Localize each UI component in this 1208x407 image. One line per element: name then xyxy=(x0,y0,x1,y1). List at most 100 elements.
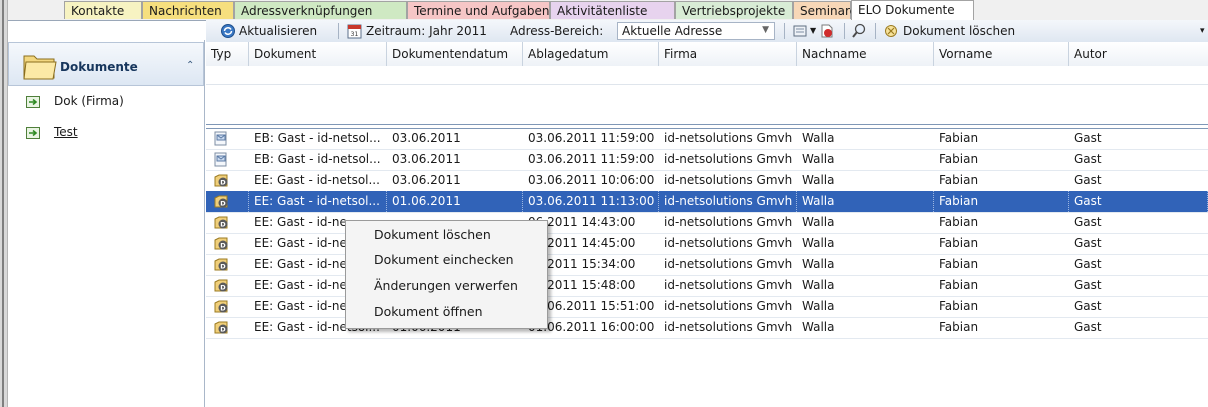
cell-nachname: Walla xyxy=(802,173,835,187)
sidebar-item-dok-firma[interactable]: Dok (Firma) xyxy=(20,92,200,112)
cell-ablagedatum: 03.06.2011 11:59:00 xyxy=(528,131,655,145)
column-header-dokumentendatum[interactable]: Dokumentendatum xyxy=(387,42,523,66)
column-header-typ[interactable]: Typ xyxy=(206,42,249,66)
cell-vorname: Fabian xyxy=(939,236,979,250)
search-icon[interactable] xyxy=(851,23,867,39)
tab-adressverknuepfungen[interactable]: Adressverknüpfungen xyxy=(234,1,407,19)
svg-text:D: D xyxy=(220,179,226,187)
overflow-icon[interactable]: ▾ xyxy=(1200,23,1205,39)
table-row[interactable]: EB: Gast - id-netsol... 03.06.2011 03.06.2… xyxy=(206,128,1208,150)
cell-nachname: Walla xyxy=(802,152,835,166)
cell-vorname: Fabian xyxy=(939,278,979,292)
menu-item-discard-changes[interactable]: Änderungen verwerfen xyxy=(346,275,545,297)
tab-kontakte[interactable]: Kontakte xyxy=(64,1,142,19)
column-header-firma[interactable]: Firma xyxy=(659,42,797,66)
email-document-icon xyxy=(214,131,227,146)
elo-document-icon: D xyxy=(214,195,228,208)
tab-aktivitaeten[interactable]: Aktivitätenliste xyxy=(550,1,675,19)
cell-typ: D xyxy=(206,254,249,275)
cell-dokument: EB: Gast - id-netsol... xyxy=(254,152,381,166)
table-row[interactable]: D EE: Gast - id-netsol... 01.06.2011 03.06.… xyxy=(206,191,1208,213)
toolbar: Aktualisieren 31 Zeitraum: Jahr 2011 Adr… xyxy=(206,20,1208,43)
document-arrow-icon xyxy=(26,96,40,108)
cell-nachname: Walla xyxy=(802,236,835,250)
delete-document-button[interactable]: Dokument löschen xyxy=(903,23,1015,39)
svg-text:D: D xyxy=(220,200,226,208)
cell-nachname: Walla xyxy=(802,278,835,292)
table-row[interactable]: D EE: Gast - id-netsol... 03.06.2011 03.06.… xyxy=(206,170,1208,192)
sidebar-title: Dokumente xyxy=(60,60,138,74)
cell-firma: id-netsolutions Gmvh xyxy=(664,257,793,271)
svg-text:31: 31 xyxy=(351,31,359,38)
address-scope-value: Aktuelle Adresse xyxy=(622,24,723,38)
tab-termine[interactable]: Termine und Aufgaben xyxy=(407,1,550,19)
elo-document-icon: D xyxy=(214,258,228,271)
cell-ablagedatum: 03.06.2011 10:06:00 xyxy=(528,173,655,187)
cell-nachname: Walla xyxy=(802,257,835,271)
filter-row[interactable] xyxy=(206,66,1208,85)
calendar-icon[interactable]: 31 xyxy=(347,23,362,39)
window-left-border xyxy=(0,0,8,407)
address-scope-select[interactable]: Aktuelle Adresse ▼ xyxy=(617,22,775,40)
cell-firma: id-netsolutions Gmvh xyxy=(664,215,793,229)
chevron-down-icon[interactable]: ▼ xyxy=(810,23,816,39)
cell-nachname: Walla xyxy=(802,131,835,145)
email-document-icon xyxy=(214,152,227,167)
cell-dokument: EE: Gast - id-netsol... xyxy=(249,191,387,212)
column-header-ablagedatum[interactable]: Ablagedatum xyxy=(523,42,659,66)
cell-nachname: Walla xyxy=(802,299,835,313)
svg-text:D: D xyxy=(220,221,226,229)
sidebar-item-label: Test xyxy=(54,125,78,139)
cell-autor: Gast xyxy=(1074,152,1102,166)
cell-vorname: Fabian xyxy=(939,173,979,187)
cell-typ: D xyxy=(206,233,249,254)
cell-autor: Gast xyxy=(1074,257,1102,271)
svg-text:D: D xyxy=(220,242,226,250)
table-row[interactable]: EB: Gast - id-netsol... 03.06.2011 03.06.2… xyxy=(206,149,1208,171)
cell-autor: Gast xyxy=(1074,320,1102,334)
menu-item-check-in-document[interactable]: Dokument einchecken xyxy=(346,249,545,271)
sidebar-item-test[interactable]: Test xyxy=(20,123,200,143)
export-icon[interactable] xyxy=(819,23,835,39)
collapse-icon[interactable]: ⌃ xyxy=(186,60,194,71)
refresh-button[interactable]: Aktualisieren xyxy=(239,23,317,39)
elo-document-icon: D xyxy=(214,321,228,334)
refresh-icon[interactable] xyxy=(220,23,236,39)
cell-dokumentendatum: 01.06.2011 xyxy=(387,191,523,212)
cell-autor: Gast xyxy=(1074,131,1102,145)
svg-text:D: D xyxy=(220,284,226,292)
cell-firma: id-netsolutions Gmvh xyxy=(664,320,793,334)
elo-document-icon: D xyxy=(214,300,228,313)
tab-seminare[interactable]: Seminare xyxy=(793,1,857,19)
chevron-down-icon: ▼ xyxy=(762,25,769,35)
grid-header: Typ Dokument Dokumentendatum Ablagedatum… xyxy=(206,42,1208,67)
cell-autor: Gast xyxy=(1074,278,1102,292)
cell-typ: D xyxy=(206,317,249,338)
cell-dokumentendatum: 03.06.2011 xyxy=(392,131,461,145)
document-arrow-icon xyxy=(26,127,40,139)
cell-autor: Gast xyxy=(1074,215,1102,229)
cell-autor: Gast xyxy=(1074,299,1102,313)
column-header-autor[interactable]: Autor xyxy=(1069,42,1208,66)
column-header-dokument[interactable]: Dokument xyxy=(249,42,387,66)
menu-item-delete-document[interactable]: Dokument löschen xyxy=(346,224,545,246)
cell-typ xyxy=(206,149,249,170)
cell-dokument: EE: Gast - id-netsol... xyxy=(254,173,380,187)
svg-text:D: D xyxy=(220,305,226,313)
column-header-nachname[interactable]: Nachname xyxy=(797,42,934,66)
cell-nachname: Walla xyxy=(802,320,835,334)
cell-nachname: Walla xyxy=(797,191,934,212)
tab-nachrichten[interactable]: Nachrichten xyxy=(142,1,234,19)
cell-dokument: EB: Gast - id-netsol... xyxy=(254,131,381,145)
cell-typ: D xyxy=(206,275,249,296)
menu-item-open-document[interactable]: Dokument öffnen xyxy=(346,301,545,323)
scanner-icon[interactable] xyxy=(792,23,810,39)
cell-ablagedatum: 03.06.2011 11:13:00 xyxy=(523,191,659,212)
period-label[interactable]: Zeitraum: Jahr 2011 xyxy=(366,23,487,39)
delete-document-icon[interactable] xyxy=(883,23,901,39)
column-header-vorname[interactable]: Vorname xyxy=(934,42,1069,66)
cell-firma: id-netsolutions Gmvh xyxy=(664,299,793,313)
svg-text:D: D xyxy=(220,326,226,334)
tab-elo-dokumente[interactable]: ELO Dokumente xyxy=(851,0,974,20)
tab-vertriebsprojekte[interactable]: Vertriebsprojekte xyxy=(675,1,793,19)
